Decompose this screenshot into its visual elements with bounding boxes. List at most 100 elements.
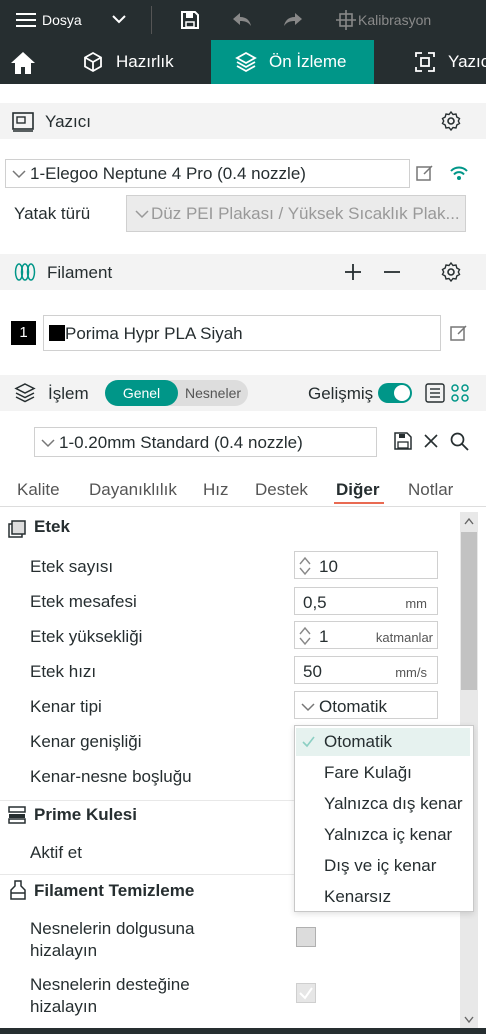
subtab-strength[interactable]: Dayanıklılık [89, 480, 177, 500]
save-profile-icon[interactable] [394, 432, 412, 450]
edit-printer-icon[interactable] [416, 164, 434, 182]
list-view-icon[interactable] [425, 383, 445, 403]
dropdown-option-no-brim[interactable]: Kenarsız [296, 883, 470, 911]
checkmark-icon [302, 728, 316, 756]
skirt-speed-input[interactable]: 50 mm/s [294, 656, 438, 684]
filament-purge-category-title: Filament Temizleme [34, 881, 195, 900]
skirt-category-title: Etek [34, 517, 70, 536]
purge-support-checkbox[interactable] [296, 983, 316, 1003]
divider [0, 506, 486, 507]
skirt-height-unit: katmanlar [375, 630, 433, 645]
global-objects-toggle[interactable]: Genel Nesneler [105, 380, 248, 406]
skirt-height-label: Etek yüksekliği [30, 627, 143, 646]
layers-icon [14, 383, 36, 403]
add-filament-icon[interactable] [344, 263, 362, 281]
chevron-down-icon [135, 209, 149, 219]
brim-type-select[interactable]: Otomatik [294, 691, 438, 719]
subtab-support[interactable]: Destek [255, 480, 308, 500]
hamburger-menu-icon[interactable] [16, 12, 36, 28]
printer-select[interactable]: 1-Elegoo Neptune 4 Pro (0.4 nozzle) [5, 159, 410, 188]
dropdown-option-outer-only[interactable]: Yalnızca dış kenar [296, 790, 470, 818]
dropdown-option-outer-and-inner[interactable]: Dış ve iç kenar [296, 852, 470, 880]
filament-color-swatch[interactable] [49, 325, 65, 341]
scrollbar-thumb[interactable] [461, 532, 477, 690]
process-profile-select[interactable]: 1-0.20mm Standard (0.4 nozzle) [34, 427, 377, 457]
skirt-distance-label: Etek mesafesi [30, 592, 137, 611]
subtab-notes[interactable]: Notlar [408, 480, 453, 500]
tab-prepare[interactable]: Hazırlık [82, 40, 174, 84]
dropdown-option-label: Fare Kulağı [324, 763, 412, 782]
prime-tower-enable-label: Aktif et [30, 843, 82, 862]
tab-preview[interactable]: Ön İzleme [211, 40, 374, 84]
dropdown-option-label: Kenarsız [324, 887, 392, 906]
filament-slot-badge: 1 [11, 321, 36, 345]
calibration-icon[interactable] [336, 10, 356, 30]
scroll-down-icon[interactable] [464, 1016, 474, 1023]
skirt-height-stepper[interactable]: 1 katmanlar [294, 621, 438, 649]
edit-filament-icon[interactable] [450, 324, 468, 342]
dropdown-option-auto[interactable]: Otomatik [296, 728, 470, 756]
printer-settings-gear-icon[interactable] [441, 111, 461, 131]
advanced-switch[interactable] [378, 383, 412, 403]
tab-label: Hazırlık [116, 52, 174, 71]
brim-type-label: Kenar tipi [30, 697, 102, 716]
purge-infill-checkbox[interactable] [296, 927, 316, 947]
divider [0, 800, 294, 801]
scroll-up-icon[interactable] [464, 518, 474, 525]
printer-icon [12, 112, 34, 132]
stepper-arrows-icon[interactable] [299, 556, 311, 576]
stepper-arrows-icon[interactable] [299, 626, 311, 646]
close-icon[interactable] [423, 433, 439, 449]
divider [0, 874, 294, 875]
skirt-speed-unit: mm/s [395, 665, 427, 680]
printer-section-title: Yazıcı [45, 112, 91, 131]
purge-icon [8, 880, 28, 900]
dropdown-option-mouse-ear[interactable]: Fare Kulağı [296, 759, 470, 787]
prime-tower-category-title: Prime Kulesi [34, 805, 137, 824]
dropdown-option-label: Yalnızca dış kenar [324, 794, 463, 813]
tab-printer[interactable]: Yazıcı [414, 40, 486, 84]
chevron-down-icon [12, 169, 26, 179]
redo-icon[interactable] [283, 11, 303, 29]
process-profile-value: 1-0.20mm Standard (0.4 nozzle) [59, 433, 303, 452]
skirt-icon [8, 520, 26, 538]
filament-spool-icon [14, 262, 36, 282]
printer-selected-value: 1-Elegoo Neptune 4 Pro (0.4 nozzle) [30, 164, 306, 183]
global-toggle-option[interactable]: Genel [105, 380, 178, 406]
search-icon[interactable] [450, 432, 469, 451]
printer-section-header: Yazıcı [0, 103, 486, 139]
bottom-border [0, 1028, 486, 1034]
purge-support-label-line1: Nesnelerin desteğine [30, 975, 190, 994]
save-icon[interactable] [180, 10, 200, 30]
switch-knob [394, 385, 410, 401]
purge-support-label-line2: hizalayın [30, 997, 98, 1016]
filament-settings-gear-icon[interactable] [441, 262, 461, 282]
undo-icon[interactable] [232, 11, 252, 29]
skirt-loops-stepper[interactable]: 10 [294, 551, 438, 579]
tab-label: Ön İzleme [269, 52, 347, 71]
filament-select[interactable]: Porima Hypr PLA Siyah [43, 315, 441, 351]
wifi-icon[interactable] [449, 165, 469, 181]
subtab-quality[interactable]: Kalite [17, 480, 60, 500]
compare-settings-icon[interactable] [450, 383, 470, 403]
skirt-speed-value: 50 [303, 662, 322, 681]
cube-icon [82, 51, 104, 73]
skirt-height-value: 1 [319, 627, 329, 646]
chevron-down-icon[interactable] [112, 14, 126, 24]
layers-icon [235, 51, 257, 73]
remove-filament-icon[interactable] [383, 263, 401, 281]
process-section-title: İşlem [48, 384, 89, 403]
objects-toggle-option[interactable]: Nesneler [178, 380, 248, 406]
dropdown-option-label: Otomatik [324, 732, 393, 751]
subtab-speed[interactable]: Hız [203, 480, 229, 500]
home-icon[interactable] [10, 51, 36, 75]
filament-name: Porima Hypr PLA Siyah [65, 324, 243, 343]
file-menu-button[interactable]: Dosya [42, 12, 82, 28]
calibration-button[interactable]: Kalibrasyon [358, 12, 431, 28]
chevron-down-icon [301, 702, 315, 712]
subtab-others[interactable]: Diğer [336, 480, 379, 500]
skirt-distance-unit: mm [405, 596, 427, 611]
dropdown-option-inner-only[interactable]: Yalnızca iç kenar [296, 821, 470, 849]
bed-type-select[interactable]: Düz PEI Plakası / Yüksek Sıcaklık Plak..… [126, 195, 466, 232]
skirt-distance-input[interactable]: 0,5 mm [294, 587, 438, 615]
